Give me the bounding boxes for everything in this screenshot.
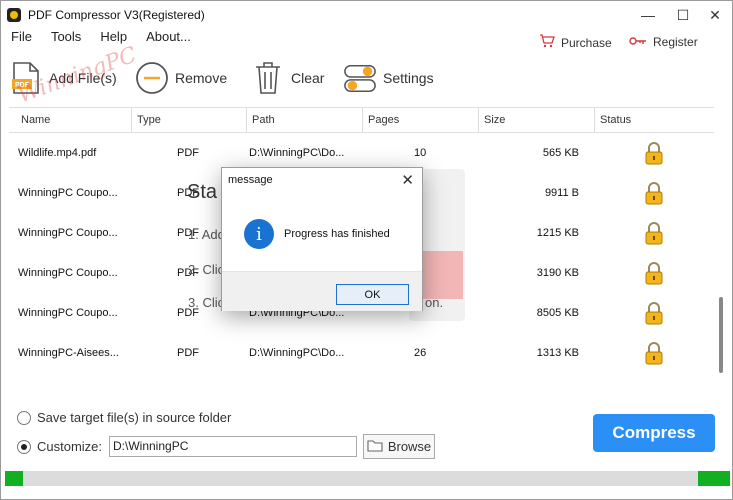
save-source-radio[interactable] [17,410,31,425]
purchase-label: Purchase [561,35,612,50]
cell-pages: 26 [414,347,427,359]
cell-size: 9911 B [544,187,579,199]
menu-about[interactable]: About... [146,29,191,49]
browse-label: Browse [387,439,432,454]
table-row[interactable]: WinningPC-Aisees... PDF D:\WinningPC\Do...… [9,333,714,373]
scroll-thumb[interactable] [719,297,723,373]
background-start-heading: Sta [187,181,218,203]
settings-button[interactable]: Settings [343,59,434,97]
info-icon: i [244,219,274,249]
cell-size: 8505 KB [536,307,579,319]
lock-icon [645,262,663,285]
column-header-size[interactable]: Size [479,108,595,133]
table-header: Name Type Path Pages Size Status [9,108,714,133]
maximize-button[interactable]: ☐ [666,1,700,29]
menu-tools[interactable]: Tools [51,29,81,49]
cell-name: WinningPC Coupo... [18,187,118,199]
remove-button[interactable]: Remove [135,59,227,97]
minimize-button[interactable]: — [631,1,665,29]
customize-option[interactable]: Customize: [17,439,102,454]
output-path-input[interactable]: D:\WinningPC [109,436,357,457]
dialog-title: message [228,174,273,186]
remove-label: Remove [175,70,228,86]
column-header-pages[interactable]: Pages [363,108,479,133]
dialog-message: Progress has finished [284,228,390,240]
cart-icon [539,34,555,51]
clear-button[interactable]: Clear [251,59,324,97]
cell-type: PDF [177,347,199,359]
cell-size: 1215 KB [536,227,579,239]
purchase-link[interactable]: Purchase [539,34,612,51]
customize-label: Customize: [37,439,103,454]
background-step-1: 1. Add [188,227,225,242]
progress-fill-start [5,471,23,486]
menu-bar: File Tools Help About... [11,29,191,49]
progress-bar [5,471,730,486]
dialog-close-button[interactable]: ✕ [401,171,414,189]
app-icon [7,8,21,22]
register-link[interactable]: Register [629,34,698,49]
lock-icon [645,222,663,245]
column-header-status[interactable]: Status [595,108,713,133]
cell-size: 1313 KB [536,347,579,359]
column-header-type[interactable]: Type [132,108,247,133]
cell-name: WinningPC Coupo... [18,267,118,279]
app-window: PDF Compressor V3(Registered) — ☐ ✕ File… [0,0,733,500]
cell-name: WinningPC Coupo... [18,227,118,239]
cell-name: WinningPC-Aisees... [18,347,119,359]
compress-button[interactable]: Compress [593,414,715,452]
column-header-name[interactable]: Name [16,108,132,133]
cell-size: 565 KB [542,147,579,159]
customize-radio[interactable] [17,439,31,454]
close-button[interactable]: ✕ [698,1,732,29]
remove-icon [135,61,169,95]
message-dialog: message ✕ i Progress has finished OK [221,167,423,311]
settings-label: Settings [383,70,434,86]
menu-file[interactable]: File [11,29,32,49]
key-icon [629,34,647,49]
title-bar: PDF Compressor V3(Registered) — ☐ ✕ [1,1,732,29]
dialog-footer: OK [222,271,422,311]
background-step-2: 2. Clic [188,262,225,277]
background-step-3: 3. Clic [188,295,225,310]
lock-icon [645,302,663,325]
cell-name: WinningPC Coupo... [18,307,118,319]
lock-icon [645,182,663,205]
background-pdf-badge [423,251,463,299]
toggle-settings-icon [343,61,377,95]
table-scrollbar[interactable] [716,107,726,393]
background-step-3-tail: on. [425,295,444,310]
register-label: Register [653,34,698,49]
lock-icon [645,142,663,165]
browse-button[interactable]: Browse [363,434,435,459]
cell-path: D:\WinningPC\Do... [249,347,345,359]
window-title: PDF Compressor V3(Registered) [28,8,205,22]
save-source-option[interactable]: Save target file(s) in source folder [17,410,231,425]
progress-fill-end [698,471,730,486]
column-header-path[interactable]: Path [247,108,363,133]
cell-size: 3190 KB [536,267,579,279]
save-source-label: Save target file(s) in source folder [37,410,232,425]
lock-icon [645,342,663,365]
clear-label: Clear [291,70,325,86]
cell-name: Wildlife.mp4.pdf [18,147,97,159]
ok-button[interactable]: OK [336,284,409,305]
folder-icon [367,439,383,455]
trash-icon [251,61,285,95]
